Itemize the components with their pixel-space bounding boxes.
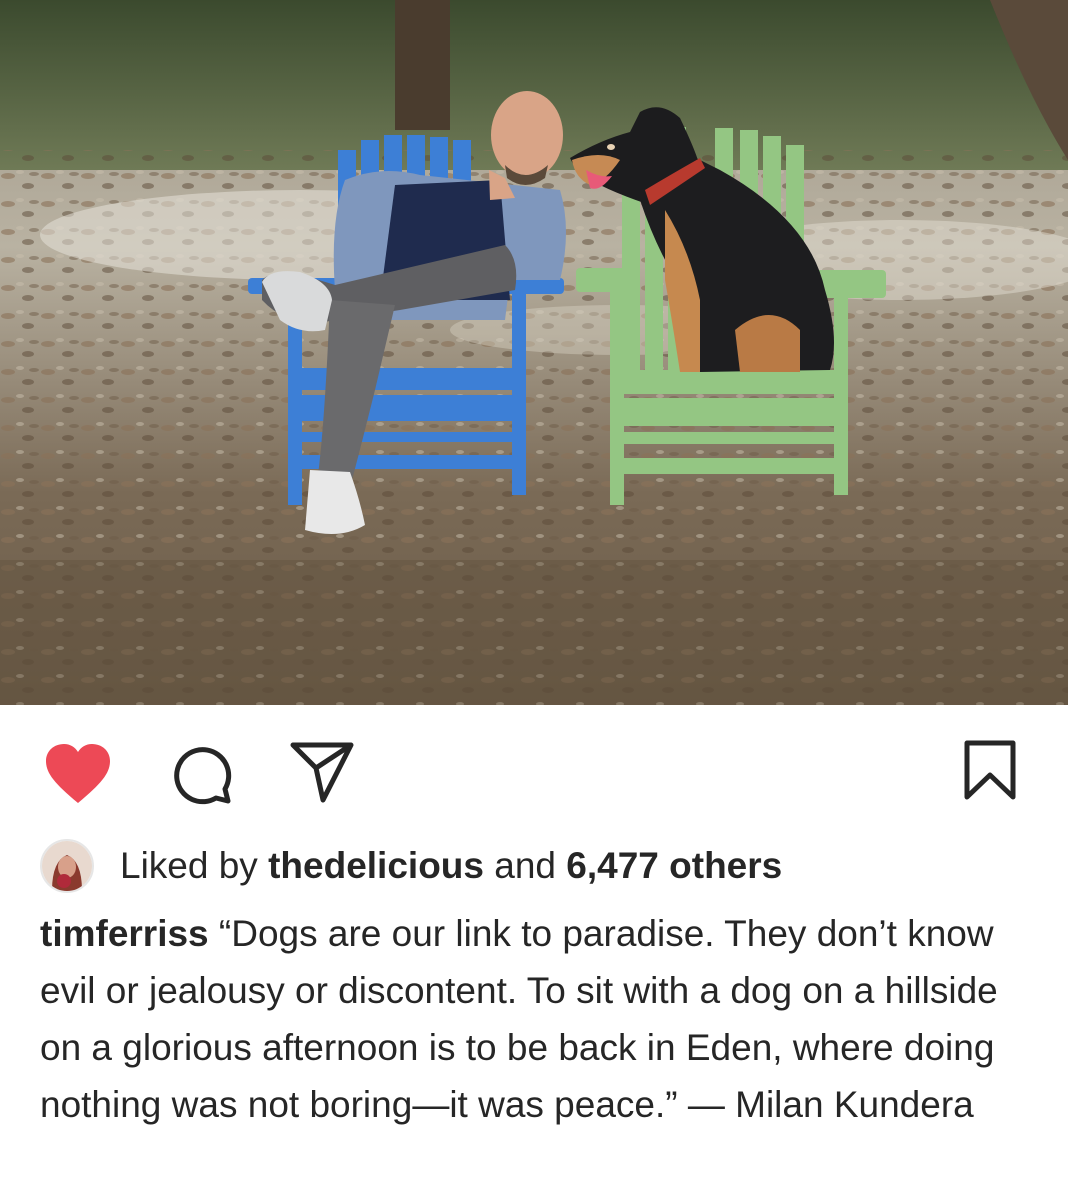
heart-filled-icon[interactable]	[44, 743, 112, 805]
liker-username[interactable]: thedelicious	[268, 845, 484, 887]
caption-username[interactable]: timferriss	[40, 913, 209, 954]
likes-summary[interactable]: Liked by thedelicious and 6,477 others	[40, 838, 1040, 894]
bookmark-icon[interactable]	[963, 739, 1017, 801]
likes-prefix: Liked by	[120, 845, 258, 886]
paper-plane-icon[interactable]	[290, 742, 354, 804]
likes-count[interactable]: 6,477 others	[566, 845, 782, 887]
avatar[interactable]	[40, 839, 94, 893]
post-photo[interactable]	[0, 0, 1068, 705]
post-caption: timferriss “Dogs are our link to paradis…	[40, 905, 1040, 1133]
likes-and: and	[494, 845, 556, 886]
post-action-bar	[0, 705, 1068, 835]
comment-icon[interactable]	[170, 743, 232, 805]
